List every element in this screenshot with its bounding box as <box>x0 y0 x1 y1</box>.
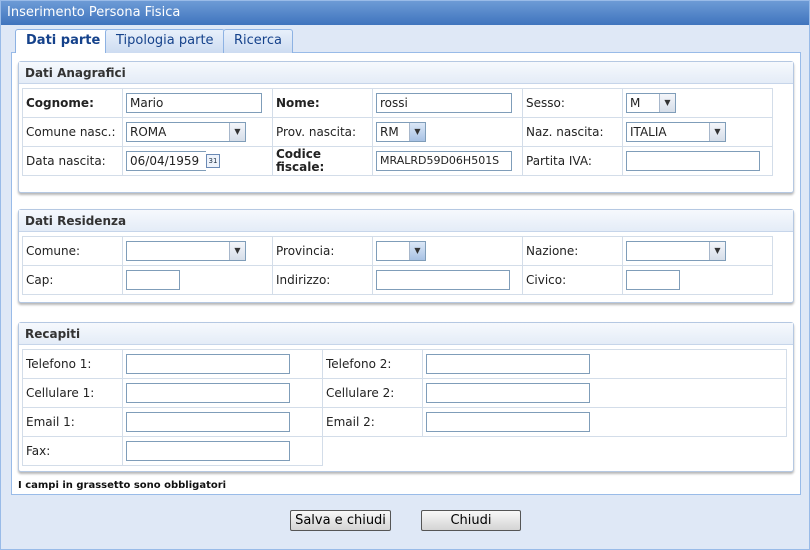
close-button[interactable]: Chiudi <box>421 510 521 531</box>
fax-label: Fax: <box>26 444 51 458</box>
sesso-label: Sesso: <box>526 96 565 110</box>
cognome-field[interactable]: Mario <box>126 93 262 113</box>
chevron-down-icon[interactable]: ▼ <box>709 242 725 260</box>
tab-tipologia-parte[interactable]: Tipologia parte <box>105 29 225 53</box>
provincia-label: Provincia: <box>276 244 335 258</box>
window-title: Inserimento Persona Fisica <box>1 1 809 25</box>
email1-label: Email 1: <box>26 415 75 429</box>
comune-nasc-value: ROMA <box>130 125 167 139</box>
tab-ricerca[interactable]: Ricerca <box>223 29 293 53</box>
indirizzo-field[interactable] <box>376 270 510 290</box>
codice-fiscale-label-2: fiscale: <box>276 160 325 174</box>
cognome-label: Cognome: <box>26 96 94 110</box>
naz-nascita-select[interactable]: ITALIA ▼ <box>626 122 726 142</box>
provincia-select[interactable]: ▼ <box>376 241 426 261</box>
nome-field[interactable]: rossi <box>376 93 512 113</box>
telefono2-label: Telefono 2: <box>326 357 392 371</box>
chevron-down-icon[interactable]: ▼ <box>659 94 675 112</box>
cellulare2-label: Cellulare 2: <box>326 386 395 400</box>
sesso-select[interactable]: M ▼ <box>626 93 676 113</box>
email2-field[interactable] <box>426 412 590 432</box>
comune-nasc-label: Comune nasc.: <box>26 125 116 139</box>
fieldset-title: Dati Anagrafici <box>19 62 793 84</box>
naz-nascita-label: Naz. nascita: <box>526 125 604 139</box>
telefono1-label: Telefono 1: <box>26 357 92 371</box>
chevron-down-icon[interactable]: ▼ <box>409 123 425 141</box>
recapiti-grid: Telefono 1: Telefono 2: Cellulare 1: Cel… <box>22 349 787 466</box>
cap-label: Cap: <box>26 273 54 287</box>
nome-label: Nome: <box>276 96 320 110</box>
sesso-value: M <box>630 96 641 110</box>
indirizzo-label: Indirizzo: <box>276 273 331 287</box>
calendar-icon[interactable]: 31 <box>206 154 220 168</box>
fieldset-dati-anagrafici: Dati Anagrafici Cognome: Mario Nome: ros… <box>18 61 794 193</box>
prov-nascita-select[interactable]: RM ▼ <box>376 122 426 142</box>
telefono2-field[interactable] <box>426 354 590 374</box>
email2-label: Email 2: <box>326 415 375 429</box>
partita-iva-field[interactable] <box>626 151 760 171</box>
comune-label: Comune: <box>26 244 81 258</box>
telefono1-field[interactable] <box>126 354 290 374</box>
codice-fiscale-field[interactable]: MRALRD59D06H501S <box>376 151 512 171</box>
fieldset-title: Dati Residenza <box>19 210 793 232</box>
fieldset-recapiti: Recapiti Telefono 1: Telefono 2: Cellula… <box>18 322 794 472</box>
civico-label: Civico: <box>526 273 567 287</box>
nazione-label: Nazione: <box>526 244 579 258</box>
nazione-select[interactable]: ▼ <box>626 241 726 261</box>
data-nascita-label: Data nascita: <box>26 154 106 168</box>
cellulare1-field[interactable] <box>126 383 290 403</box>
fieldset-title: Recapiti <box>19 323 793 345</box>
fax-field[interactable] <box>126 441 290 461</box>
tab-content: Dati Anagrafici Cognome: Mario Nome: ros… <box>11 53 801 495</box>
tab-strip: Dati parte Tipologia parte Ricerca <box>11 28 801 54</box>
comune-select[interactable]: ▼ <box>126 241 246 261</box>
cellulare1-label: Cellulare 1: <box>26 386 95 400</box>
dialog-window: Inserimento Persona Fisica Dati parte Ti… <box>0 0 810 550</box>
save-and-close-button[interactable]: Salva e chiudi <box>290 510 391 531</box>
email1-field[interactable] <box>126 412 290 432</box>
chevron-down-icon[interactable]: ▼ <box>709 123 725 141</box>
naz-nascita-value: ITALIA <box>630 125 667 139</box>
required-fields-note: I campi in grassetto sono obbligatori <box>18 480 227 491</box>
codice-fiscale-label: Codice <box>276 147 322 161</box>
partita-iva-label: Partita IVA: <box>526 154 592 168</box>
prov-nascita-value: RM <box>380 125 399 139</box>
prov-nascita-label: Prov. nascita: <box>276 125 357 139</box>
tab-dati-parte[interactable]: Dati parte <box>15 29 112 54</box>
civico-field[interactable] <box>626 270 680 290</box>
comune-nasc-select[interactable]: ROMA ▼ <box>126 122 246 142</box>
cellulare2-field[interactable] <box>426 383 590 403</box>
chevron-down-icon[interactable]: ▼ <box>409 242 425 260</box>
chevron-down-icon[interactable]: ▼ <box>229 123 245 141</box>
cap-field[interactable] <box>126 270 180 290</box>
residenza-grid: Comune: ▼ Provincia: ▼ Nazione: ▼ Cap: I… <box>22 236 773 295</box>
chevron-down-icon[interactable]: ▼ <box>229 242 245 260</box>
anagrafici-grid: Cognome: Mario Nome: rossi Sesso: M ▼ Co… <box>22 88 773 176</box>
data-nascita-field[interactable]: 06/04/1959 <box>126 151 206 171</box>
fieldset-dati-residenza: Dati Residenza Comune: ▼ Provincia: ▼ Na… <box>18 209 794 303</box>
